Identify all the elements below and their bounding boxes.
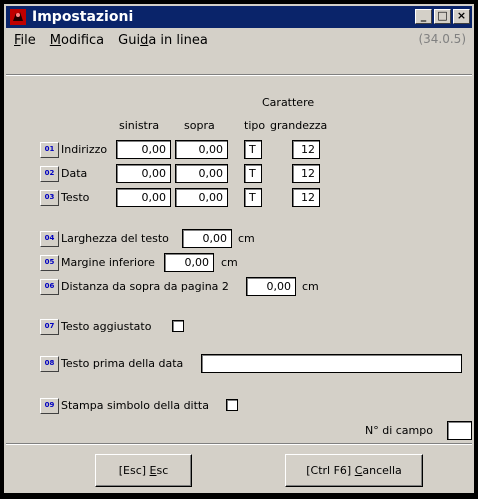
header-sopra: sopra [184,119,215,132]
data-sinistra-input[interactable]: 0,00 [116,164,171,183]
label-distanza: Distanza da sopra da pagina 2 [61,280,229,293]
larghezza-unit: cm [238,232,255,245]
window-title: Impostazioni [32,9,134,25]
distanza-unit: cm [302,280,319,293]
testo-tipo-input[interactable]: T [244,188,262,207]
field-05-button[interactable]: 05 [40,255,59,271]
esc-button[interactable]: [Esc] Esc [95,454,192,487]
bottom-separator [6,443,472,445]
label-larghezza: Larghezza del testo [61,232,169,245]
field-09-button[interactable]: 09 [40,398,59,414]
stampa-simbolo-checkbox[interactable] [226,399,238,411]
menu-file[interactable]: File [14,33,36,48]
field-01-button[interactable]: 01 [40,142,59,158]
header-carattere: Carattere [262,96,315,109]
minimize-button[interactable]: _ [415,9,432,24]
field-07-button[interactable]: 07 [40,319,59,335]
maximize-button[interactable]: □ [434,9,451,24]
margine-input[interactable]: 0,00 [164,253,214,272]
testo-aggiustato-checkbox[interactable] [172,320,184,332]
indirizzo-sinistra-input[interactable]: 0,00 [116,140,171,159]
field-06-button[interactable]: 06 [40,279,59,295]
label-margine: Margine inferiore [61,256,155,269]
field-03-button[interactable]: 03 [40,190,59,206]
testo-grandezza-input[interactable]: 12 [292,188,320,207]
label-testo-prima: Testo prima della data [61,357,184,370]
data-sopra-input[interactable]: 0,00 [175,164,228,183]
menu-bar: File Modifica Guida in linea (34.0.5) [6,30,472,50]
close-button[interactable]: × [453,9,470,24]
larghezza-input[interactable]: 0,00 [182,229,232,248]
menu-modifica-rest: odifica [61,32,105,48]
header-tipo: tipo [244,119,266,132]
menu-modifica[interactable]: Modifica [50,33,104,48]
title-bar[interactable]: Impostazioni _ □ × [6,6,472,28]
header-grandezza: grandezza [270,119,328,132]
header-sinistra: sinistra [119,119,160,132]
version-label: (34.0.5) [418,32,466,46]
label-indirizzo: Indirizzo [61,143,108,156]
label-stampa-simbolo: Stampa simbolo della ditta [61,399,209,412]
menu-file-rest: ile [20,32,36,48]
field-08-button[interactable]: 08 [40,356,59,372]
menu-guida[interactable]: Guida in linea [118,33,208,48]
label-testo-aggiustato: Testo aggiustato [61,320,152,333]
field-04-button[interactable]: 04 [40,231,59,247]
data-tipo-input[interactable]: T [244,164,262,183]
testo-sopra-input[interactable]: 0,00 [175,188,228,207]
distanza-input[interactable]: 0,00 [246,277,296,296]
label-data: Data [61,167,88,180]
label-testo: Testo [61,191,90,204]
indirizzo-sopra-input[interactable]: 0,00 [175,140,228,159]
testo-sinistra-input[interactable]: 0,00 [116,188,171,207]
field-02-button[interactable]: 02 [40,166,59,182]
testo-prima-input[interactable] [201,354,462,373]
menu-separator [6,74,472,76]
data-grandezza-input[interactable]: 12 [292,164,320,183]
campo-input[interactable] [447,421,472,440]
label-campo: N° di campo [365,424,433,437]
indirizzo-tipo-input[interactable]: T [244,140,262,159]
app-icon [10,9,26,25]
cancella-button[interactable]: [Ctrl F6] Cancella [285,454,423,487]
margine-unit: cm [221,256,238,269]
settings-window: Impostazioni _ □ × File Modifica Guida i… [0,0,478,499]
indirizzo-grandezza-input[interactable]: 12 [292,140,320,159]
